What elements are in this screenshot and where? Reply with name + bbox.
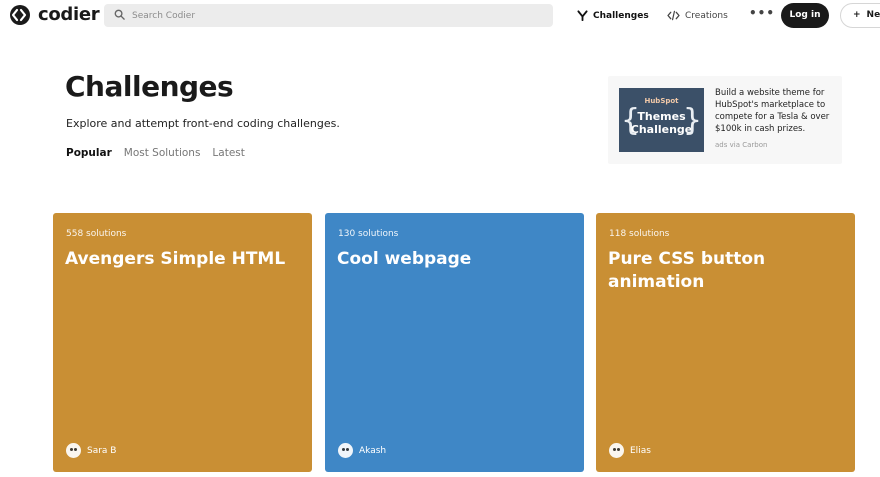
solution-count: 558 solutions xyxy=(66,229,127,239)
avatar xyxy=(609,443,624,458)
author-name: Akash xyxy=(359,445,387,456)
new-button-label: Ne xyxy=(866,10,880,20)
codier-logo-icon[interactable] xyxy=(10,5,30,25)
ad-text[interactable]: Build a website theme for HubSpot's mark… xyxy=(715,87,837,135)
tab-popular[interactable]: Popular xyxy=(66,147,112,159)
new-button[interactable]: + Ne xyxy=(840,3,880,28)
solution-count: 118 solutions xyxy=(609,229,670,239)
ad-via-link[interactable]: ads via Carbon xyxy=(715,141,767,149)
challenge-title[interactable]: Cool webpage xyxy=(337,248,572,271)
author-name: Elias xyxy=(630,445,651,456)
challenges-icon xyxy=(577,10,588,21)
challenge-card[interactable]: 558 solutions Avengers Simple HTML Sara … xyxy=(53,213,312,472)
challenge-title[interactable]: Avengers Simple HTML xyxy=(65,248,300,271)
page-title: Challenges xyxy=(65,70,234,103)
page-subtitle: Explore and attempt front-end coding cha… xyxy=(66,117,340,130)
search-icon xyxy=(114,9,125,20)
right-brace-icon: } xyxy=(682,103,702,138)
plus-icon: + xyxy=(853,10,861,20)
avatar xyxy=(338,443,353,458)
code-icon xyxy=(667,10,680,21)
card-author[interactable]: Elias xyxy=(609,443,651,458)
carbon-ad[interactable]: HubSpot { Themes Challenge } Build a web… xyxy=(608,76,842,164)
more-menu-button[interactable]: ••• xyxy=(749,6,775,20)
challenge-card[interactable]: 118 solutions Pure CSS button animation … xyxy=(596,213,855,472)
search-bar[interactable] xyxy=(104,4,553,27)
search-input[interactable] xyxy=(132,7,532,24)
solution-count: 130 solutions xyxy=(338,229,399,239)
tab-latest[interactable]: Latest xyxy=(212,147,244,159)
ad-image[interactable]: HubSpot { Themes Challenge } xyxy=(619,88,704,152)
card-author[interactable]: Sara B xyxy=(66,443,116,458)
tab-most-solutions[interactable]: Most Solutions xyxy=(124,147,201,159)
nav-creations[interactable]: Creations xyxy=(667,10,728,21)
sort-tabs: Popular Most Solutions Latest xyxy=(66,147,245,159)
nav-challenges-label: Challenges xyxy=(593,10,649,21)
challenge-card[interactable]: 130 solutions Cool webpage Akash xyxy=(325,213,584,472)
challenge-title[interactable]: Pure CSS button animation xyxy=(608,248,843,294)
nav-challenges[interactable]: Challenges xyxy=(577,10,649,21)
card-author[interactable]: Akash xyxy=(338,443,386,458)
author-name: Sara B xyxy=(87,445,117,456)
brand-name[interactable]: codier xyxy=(38,4,100,25)
top-header: codier Challenges Creations ••• Log in +… xyxy=(0,0,880,32)
avatar xyxy=(66,443,81,458)
nav-creations-label: Creations xyxy=(685,10,728,21)
login-button[interactable]: Log in xyxy=(781,3,829,28)
